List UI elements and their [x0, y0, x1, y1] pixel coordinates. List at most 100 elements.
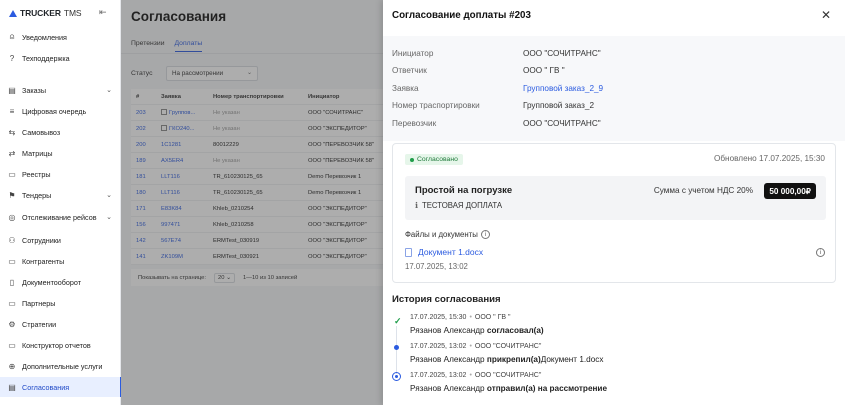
approval-icon: ▤ [8, 382, 16, 392]
detail-label: Перевозчик [392, 119, 437, 128]
status-dot-icon [410, 157, 414, 162]
timeline-current-icon [392, 372, 401, 381]
sidebar-item-label: Самовывоз [22, 127, 61, 137]
matrix-icon: ⇄ [8, 148, 16, 158]
sidebar-item-label: Цифровая очередь [22, 106, 87, 116]
detail-row: Инициатор ООО "СОЧИТРАНС" [392, 49, 601, 58]
order-link[interactable]: Групповой заказ_2_9 [523, 84, 603, 93]
sidebar-item-9[interactable]: ⚇ Сотрудники [0, 230, 121, 250]
chevron-down-icon: ⌄ [106, 214, 112, 221]
timeline-line [396, 326, 397, 374]
history-meta: 17.07.2025, 13:02 • ООО "СОЧИТРАНС" [410, 372, 542, 379]
sidebar-item-11[interactable]: ▯ Документооборот [0, 272, 121, 292]
sidebar-item-label: Техподдержка [22, 53, 70, 63]
user-icon: ⚇ [8, 235, 16, 245]
sidebar-item-14[interactable]: ▭ Конструктор отчетов [0, 335, 121, 355]
history-time: 17.07.2025, 15:30 [410, 314, 467, 321]
detail-label: Заявка [392, 84, 419, 93]
sidebar-item-13[interactable]: ⚙ Стратегии [0, 314, 121, 334]
charge-block: Простой на погрузке ℹ ТЕСТОВАЯ ДОПЛАТА Су… [405, 176, 826, 220]
info-circle-icon[interactable]: i [480, 230, 490, 239]
history-org: ООО "СОЧИТРАНС" [474, 343, 542, 350]
sidebar-item-label: Конструктор отчетов [22, 340, 91, 350]
amount-badge: 50 000,00₽ [764, 183, 816, 199]
timeline-dot-icon [394, 345, 399, 350]
detail-label: Инициатор [392, 49, 434, 58]
sidebar-item-label: Отслеживание рейсов [22, 212, 97, 222]
detail-row: Ответчик ООО " ГВ " [392, 66, 565, 75]
sidebar-item-0[interactable]: ⍝ Уведомления [0, 27, 121, 47]
sidebar-item-5[interactable]: ⇄ Матрицы [0, 143, 121, 163]
sidebar-item-16[interactable]: ▤ Согласования [0, 377, 122, 397]
status-text: Согласовано [417, 156, 458, 163]
detail-value: ООО " ГВ " [523, 66, 565, 75]
details-section [383, 36, 845, 141]
sidebar-item-label: Матрицы [22, 148, 53, 158]
contractor-icon: ▭ [8, 256, 16, 266]
history-action: Рязанов Александр прикрепил(а)Документ 1… [410, 355, 603, 364]
chevron-down-icon: ⌄ [106, 87, 112, 94]
help-icon: ? [9, 53, 15, 63]
sidebar-item-label: Тендеры [22, 190, 52, 200]
strategy-icon: ⚙ [8, 319, 16, 329]
sidebar-item-3[interactable]: ≡ Цифровая очередь [0, 101, 121, 121]
drawer-title: Согласование доплаты #203 [392, 10, 531, 21]
charge-comment: ℹ ТЕСТОВАЯ ДОПЛАТА [415, 201, 502, 210]
document-icon: ▯ [9, 277, 15, 287]
history-verb: прикрепил(а) [486, 355, 541, 364]
chevron-down-icon: ⌄ [106, 192, 112, 199]
sidebar-item-6[interactable]: ▭ Реестры [0, 164, 121, 184]
history-person: Рязанов Александр [410, 326, 485, 335]
file-link[interactable]: Документ 1.docx [405, 247, 483, 257]
detail-value: Групповой заказ_2 [523, 101, 595, 110]
file-info-icon[interactable]: i [816, 248, 825, 257]
file-name[interactable]: Документ 1.docx [418, 247, 483, 257]
sidebar-item-label: Заказы [22, 85, 47, 95]
history-action: Рязанов Александр согласовал(а) [410, 326, 544, 335]
sidebar-item-12[interactable]: ▭ Партнеры [0, 293, 121, 313]
history-time: 17.07.2025, 13:02 [410, 372, 467, 379]
logo-icon [9, 9, 17, 17]
approval-drawer: Согласование доплаты #203 ✕ Инициатор ООО… [383, 0, 845, 405]
status-badge: Согласовано [405, 154, 463, 165]
collapse-sidebar-icon[interactable]: ⇤ [99, 7, 107, 18]
report-icon: ▭ [8, 340, 16, 350]
registry-icon: ▭ [8, 169, 16, 179]
files-label-text: Файлы и документы [405, 230, 478, 239]
sidebar-item-label: Согласования [22, 382, 70, 392]
services-icon: ⊕ [8, 361, 16, 371]
sidebar-item-1[interactable]: ? Техподдержка [0, 48, 121, 68]
detail-row: Номер траспортировки Групповой заказ_2 [392, 101, 594, 110]
close-icon[interactable]: ✕ [821, 8, 831, 22]
modal-overlay[interactable] [121, 0, 383, 405]
history-verb: отправил(а) на рассмотрение [486, 384, 608, 393]
sidebar-item-8[interactable]: ◎ Отслеживание рейсов ⌄ [0, 207, 121, 227]
check-icon: ✓ [394, 316, 402, 326]
sidebar: TRUCKER TMS ⇤ ⍝ Уведомления? Техподдержка ▤… [0, 0, 122, 405]
history-action: Рязанов Александр отправил(а) на рассмот… [410, 384, 607, 393]
sidebar-item-10[interactable]: ▭ Контрагенты [0, 251, 121, 271]
detail-value: ООО "СОЧИТРАНС" [523, 49, 601, 58]
sidebar-item-2[interactable]: ▤ Заказы ⌄ [0, 80, 121, 100]
detail-label: Номер траспортировки [392, 101, 480, 110]
sidebar-item-4[interactable]: ⇆ Самовывоз [0, 122, 121, 142]
tracking-icon: ◎ [8, 212, 16, 222]
sidebar-item-label: Дополнительные услуги [22, 361, 103, 371]
sidebar-item-label: Уведомления [22, 32, 67, 42]
files-label: Файлы и документы i [405, 230, 490, 239]
detail-value: ООО "СОЧИТРАНС" [523, 119, 601, 128]
file-icon [405, 247, 412, 257]
charge-comment-text: ТЕСТОВАЯ ДОПЛАТА [421, 201, 503, 210]
sidebar-item-15[interactable]: ⊕ Дополнительные услуги [0, 356, 121, 376]
tender-icon: ⚑ [8, 190, 16, 200]
sidebar-item-label: Стратегии [22, 319, 57, 329]
queue-icon: ≡ [9, 106, 15, 116]
sidebar-item-7[interactable]: ⚑ Тендеры ⌄ [0, 185, 121, 205]
history-object: Документ 1.docx [540, 355, 604, 364]
detail-row: Перевозчик ООО "СОЧИТРАНС" [392, 119, 601, 128]
detail-label: Ответчик [392, 66, 427, 75]
sidebar-item-label: Сотрудники [22, 235, 61, 245]
sidebar-item-label: Документооборот [22, 277, 82, 287]
brand-name: TRUCKER [20, 8, 61, 18]
partners-icon: ▭ [8, 298, 16, 308]
